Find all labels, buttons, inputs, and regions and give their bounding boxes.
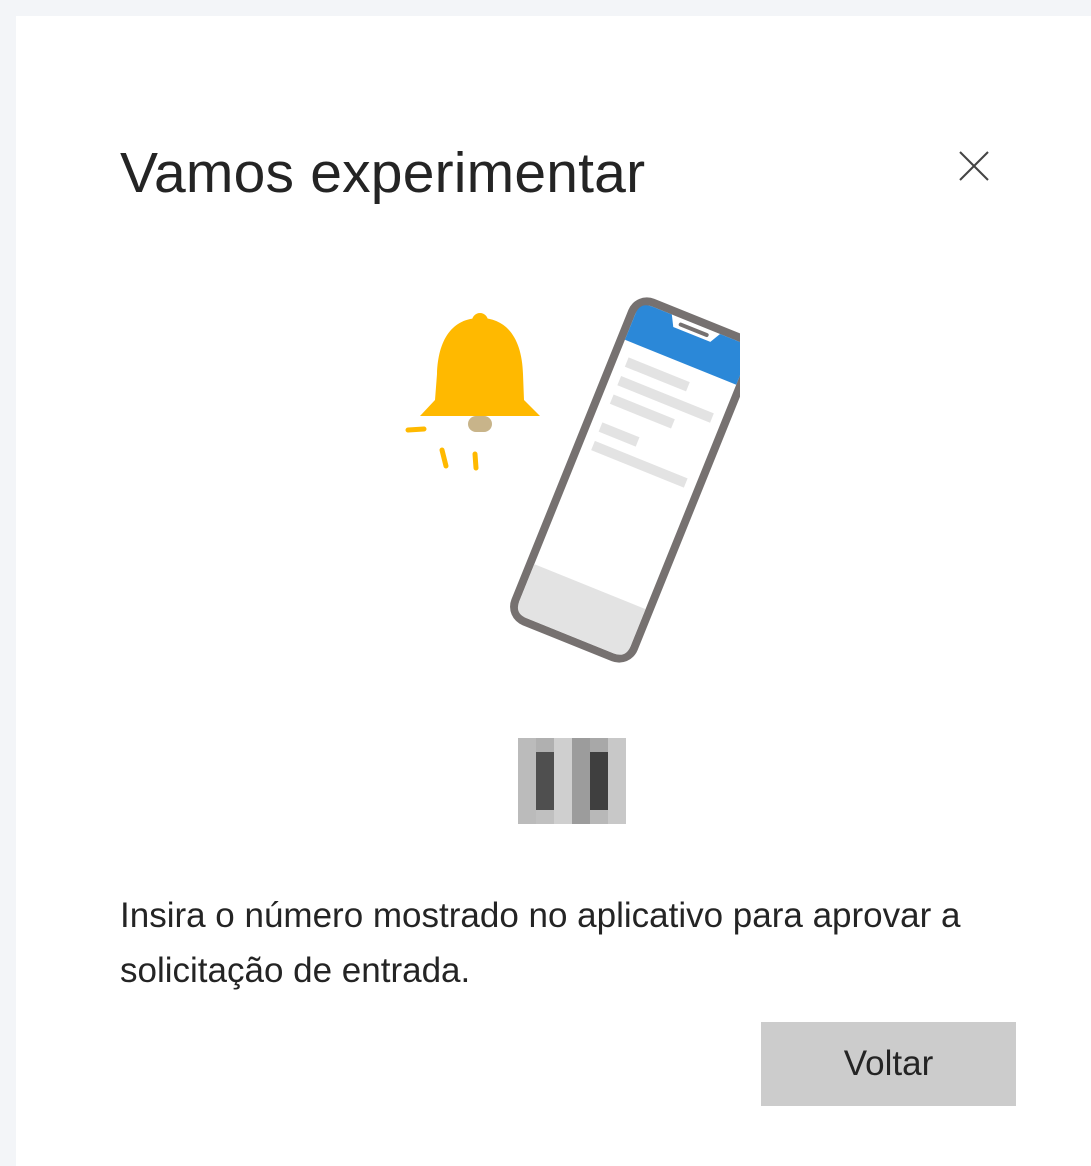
instruction-text: Insira o número mostrado no aplicativo p…: [120, 896, 961, 990]
verification-number: [518, 738, 626, 824]
back-button[interactable]: Voltar: [761, 1022, 1016, 1106]
close-icon: [959, 151, 989, 181]
bell-icon: [405, 313, 540, 471]
dialog-title: Vamos experimentar: [120, 141, 646, 205]
sign-in-dialog: Vamos experimentar Insira o número mostr…: [16, 16, 1091, 1166]
notification-illustration: [405, 297, 740, 663]
phone-icon: [510, 297, 740, 663]
close-button[interactable]: [950, 142, 998, 190]
